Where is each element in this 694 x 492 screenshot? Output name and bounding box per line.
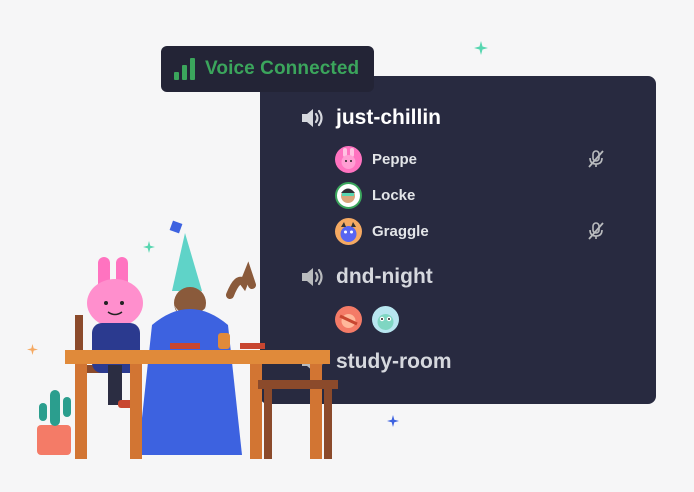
member-name: Locke <box>372 187 416 204</box>
channel-just-chillin[interactable]: just-chillin <box>300 106 441 130</box>
avatar <box>335 182 362 209</box>
member-name: Graggle <box>372 223 429 240</box>
muted-microphone-icon <box>588 150 604 168</box>
channel-name: just-chillin <box>336 106 441 129</box>
voice-member-locke[interactable]: Locke <box>335 182 415 209</box>
voice-connected-badge[interactable]: Voice Connected <box>161 46 374 92</box>
voice-status-label: Voice Connected <box>205 58 360 79</box>
voice-member-peppe[interactable]: Peppe <box>335 146 417 173</box>
avatar <box>335 146 362 173</box>
signal-strength-icon <box>174 58 195 80</box>
characters-at-table-illustration <box>37 220 338 459</box>
speaker-icon <box>302 109 323 127</box>
member-name: Peppe <box>372 151 418 168</box>
sparkle-icon <box>474 41 488 55</box>
muted-microphone-icon <box>588 222 604 240</box>
avatar[interactable] <box>372 306 399 333</box>
sparkle-icon <box>387 415 399 427</box>
